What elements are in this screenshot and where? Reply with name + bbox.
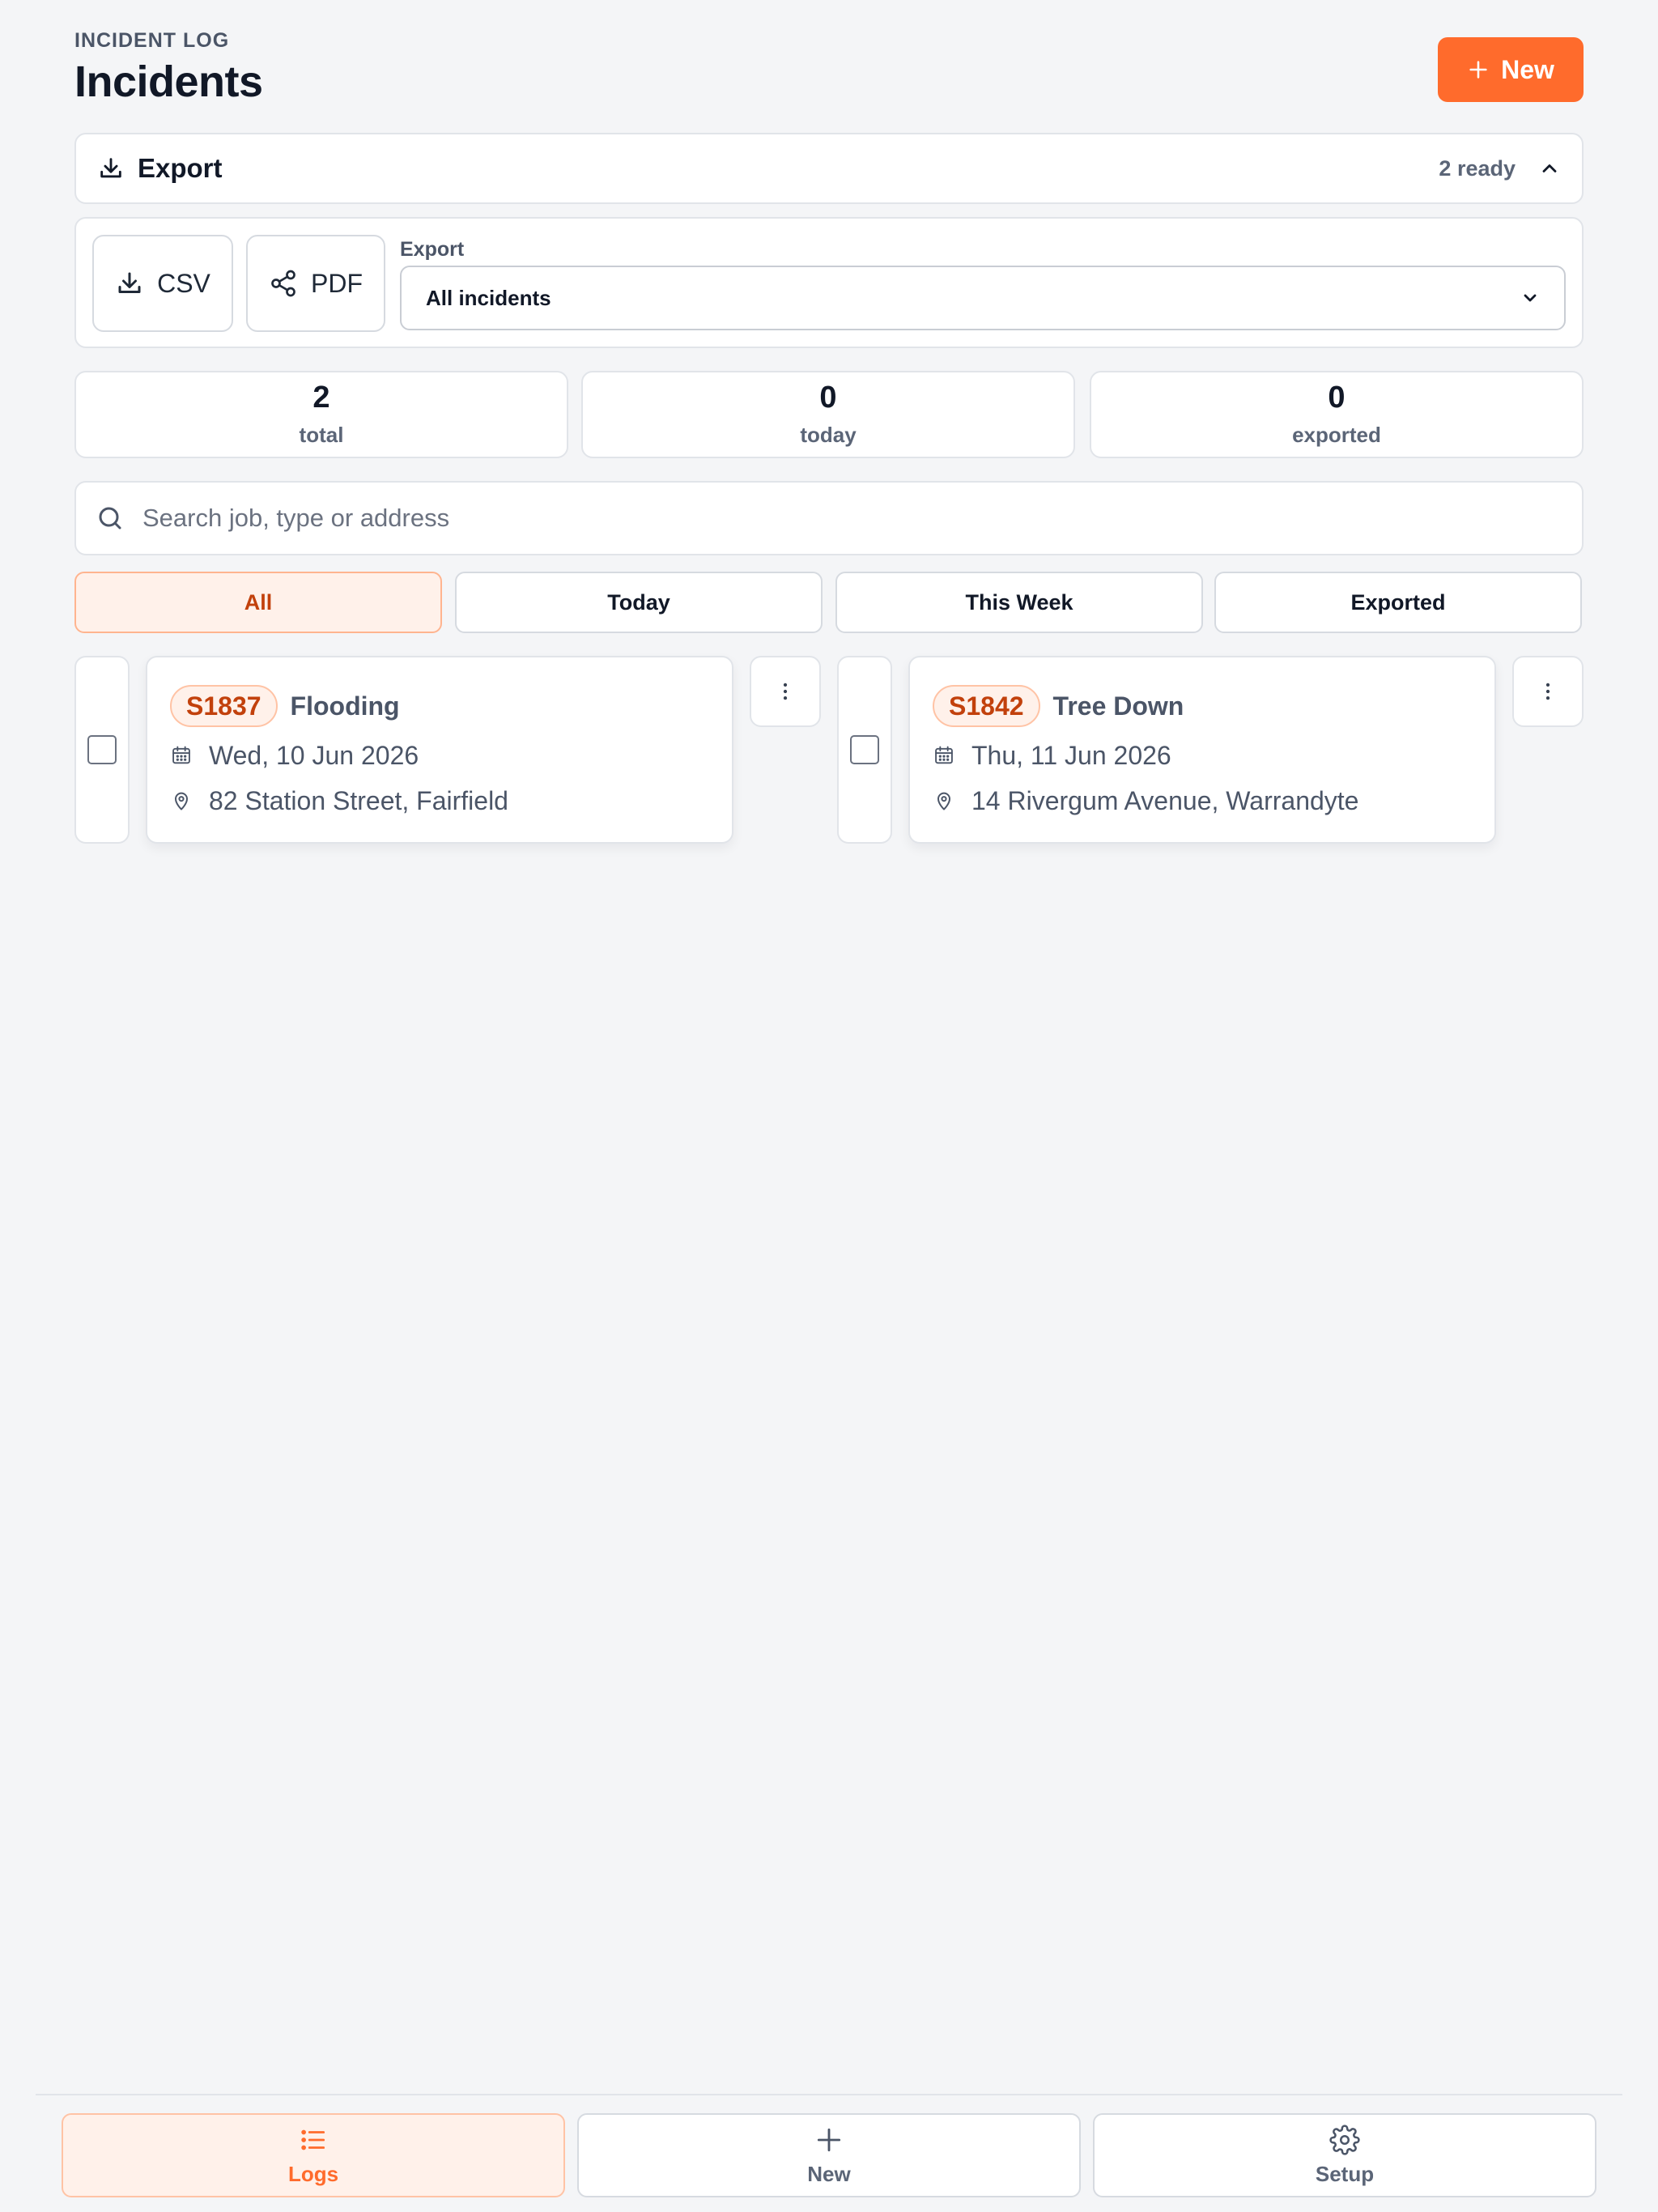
export-scope-label: Export: [400, 238, 465, 261]
export-csv-label: CSV: [157, 268, 210, 298]
export-scope-select[interactable]: All incidents: [400, 266, 1566, 330]
nav-logs[interactable]: Logs: [62, 2113, 565, 2197]
incident-date: Wed, 10 Jun 2026: [209, 740, 419, 770]
stat-exported: 0 exported: [1090, 371, 1584, 458]
filter-exported[interactable]: Exported: [1214, 572, 1582, 633]
plus-icon: [814, 2125, 844, 2155]
incident-checkbox[interactable]: [850, 735, 879, 764]
incident-type: Tree Down: [1052, 691, 1184, 721]
job-number-badge: S1842: [933, 685, 1040, 727]
incident-more-button[interactable]: [750, 656, 821, 727]
incident-more-button[interactable]: [1512, 656, 1584, 727]
nav-setup-label: Setup: [1315, 2161, 1375, 2186]
stat-label: total: [299, 423, 344, 448]
export-scope-value: All incidents: [426, 285, 551, 310]
new-incident-button[interactable]: New: [1438, 37, 1584, 102]
filter-this-week[interactable]: This Week: [835, 572, 1203, 633]
nav-logs-label: Logs: [287, 2161, 339, 2186]
filter-today[interactable]: Today: [455, 572, 823, 633]
share-icon: [269, 269, 298, 298]
export-section-toggle[interactable]: Export 2 ready: [74, 133, 1584, 204]
new-incident-label: New: [1501, 54, 1554, 84]
incidents-page: INCIDENT LOG Incidents New Export 2 read…: [74, 0, 1584, 844]
stat-label: exported: [1292, 423, 1381, 448]
search-placeholder: Search job, type or address: [142, 504, 450, 532]
stat-today: 0 today: [581, 371, 1075, 458]
stat-value: 0: [819, 380, 837, 415]
chevron-up-icon: [1538, 157, 1561, 180]
stat-value: 2: [312, 380, 330, 415]
nav-new-label: New: [807, 2161, 851, 2186]
stat-value: 0: [1328, 380, 1346, 415]
more-vertical-icon: [773, 679, 797, 704]
incident-checkbox[interactable]: [87, 735, 117, 764]
stat-label: today: [800, 423, 857, 448]
calendar-icon: [933, 744, 955, 767]
incident-select-cell: [74, 656, 130, 844]
incident-select-cell: [837, 656, 892, 844]
export-pdf-button[interactable]: PDF: [246, 235, 385, 332]
export-pdf-label: PDF: [311, 268, 363, 298]
search-input[interactable]: Search job, type or address: [74, 481, 1584, 555]
map-pin-icon: [170, 789, 193, 812]
nav-new[interactable]: New: [577, 2113, 1081, 2197]
search-icon: [96, 504, 125, 533]
export-ready-count: 2 ready: [1439, 155, 1516, 181]
list-icon: [298, 2125, 329, 2155]
filter-all[interactable]: All: [74, 572, 442, 633]
incident-card[interactable]: S1837 Flooding Wed, 10 Jun 2026 82 Stati…: [146, 656, 733, 844]
more-vertical-icon: [1536, 679, 1560, 704]
bottom-navigation: Logs New Setup: [36, 2094, 1622, 2212]
export-section-title: Export: [138, 153, 223, 183]
incident-card[interactable]: S1842 Tree Down Thu, 11 Jun 2026 14 Rive…: [908, 656, 1496, 844]
calendar-icon: [170, 744, 193, 767]
incident-address: 82 Station Street, Fairfield: [209, 785, 508, 815]
job-number-badge: S1837: [170, 685, 278, 727]
plus-icon: [1467, 58, 1490, 81]
page-header: INCIDENT LOG Incidents New: [74, 0, 1584, 130]
export-csv-button[interactable]: CSV: [92, 235, 233, 332]
incident-type: Flooding: [290, 691, 400, 721]
page-eyebrow: INCIDENT LOG: [74, 29, 230, 52]
chevron-down-icon: [1520, 288, 1540, 308]
download-icon: [115, 269, 144, 298]
export-panel: CSV PDF Export All incidents: [74, 217, 1584, 348]
incident-address: 14 Rivergum Avenue, Warrandyte: [971, 785, 1359, 815]
download-icon: [97, 155, 125, 182]
map-pin-icon: [933, 789, 955, 812]
incident-date: Thu, 11 Jun 2026: [971, 740, 1171, 770]
page-title: Incidents: [74, 57, 263, 106]
stat-total: 2 total: [74, 371, 568, 458]
nav-setup[interactable]: Setup: [1093, 2113, 1596, 2197]
gear-icon: [1329, 2124, 1360, 2155]
